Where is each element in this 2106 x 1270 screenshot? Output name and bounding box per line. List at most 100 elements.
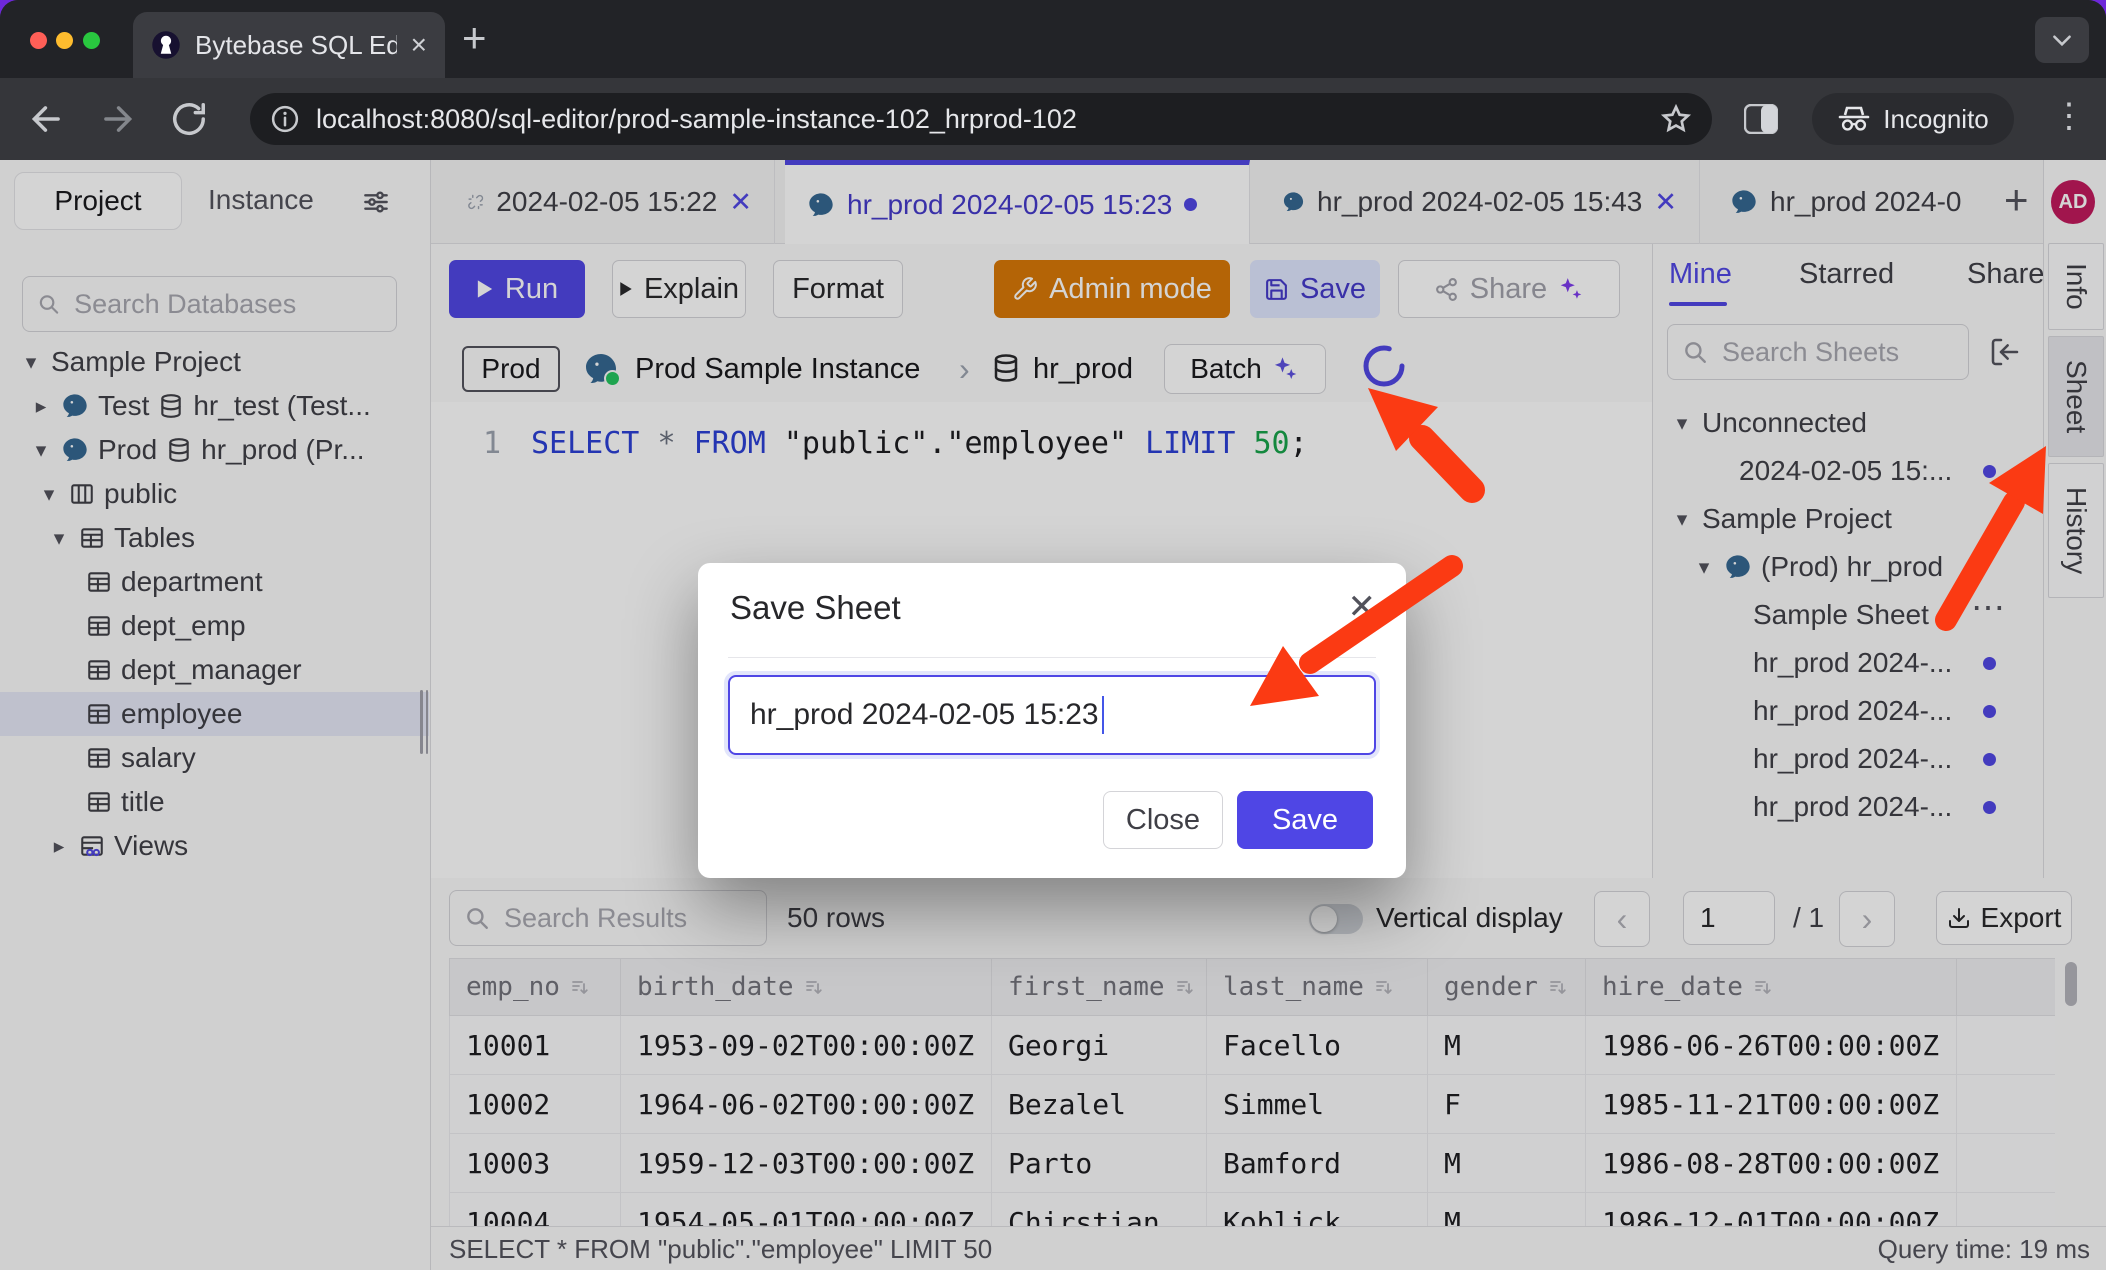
- sheet-search-input[interactable]: [1720, 336, 1954, 369]
- sheet-item[interactable]: hr_prod 2024-...: [1653, 687, 2043, 735]
- new-tab-button[interactable]: +: [462, 14, 487, 62]
- next-page-button[interactable]: ›: [1839, 891, 1895, 947]
- url-bar[interactable]: localhost:8080/sql-editor/prod-sample-in…: [250, 93, 1712, 145]
- back-icon[interactable]: [28, 100, 66, 138]
- close-tab-icon[interactable]: ×: [411, 29, 427, 61]
- tree-item-tables[interactable]: ▾ Tables: [0, 516, 429, 560]
- caret-down-icon[interactable]: ▾: [38, 482, 60, 507]
- sort-icon[interactable]: [1753, 978, 1773, 998]
- tree-item-table-salary[interactable]: salary: [0, 736, 429, 780]
- column-header[interactable]: birth_date: [621, 959, 992, 1016]
- cell[interactable]: Koblick: [1207, 1193, 1428, 1227]
- sort-icon[interactable]: [1374, 978, 1394, 998]
- page-number-input[interactable]: [1683, 891, 1775, 945]
- close-window-button[interactable]: [30, 32, 47, 49]
- sheet-group-database[interactable]: ▾ (Prod) hr_prod: [1653, 543, 2043, 591]
- cell[interactable]: 10003: [450, 1134, 621, 1193]
- run-button[interactable]: Run: [449, 260, 585, 318]
- table-row[interactable]: 100041954-05-01T00:00:00ZChirstianKoblic…: [450, 1193, 2056, 1227]
- tree-item-table-dept-emp[interactable]: dept_emp: [0, 604, 429, 648]
- explain-button[interactable]: Explain: [612, 260, 746, 318]
- cell[interactable]: 1959-12-03T00:00:00Z: [621, 1134, 992, 1193]
- sheet-search[interactable]: [1667, 324, 1969, 380]
- cell[interactable]: Chirstian: [992, 1193, 1207, 1227]
- tree-item-table-dept-manager[interactable]: dept_manager: [0, 648, 429, 692]
- results-table-wrap[interactable]: emp_no birth_date first_name last_name g…: [449, 958, 2055, 1226]
- tree-item-table-employee[interactable]: employee: [0, 692, 429, 736]
- tree-item-table-department[interactable]: department: [0, 560, 429, 604]
- cell[interactable]: Georgi: [992, 1016, 1207, 1075]
- cell[interactable]: M: [1428, 1134, 1586, 1193]
- worksheet-tab-2-active[interactable]: hr_prod 2024-02-05 15:23: [785, 160, 1250, 244]
- share-button[interactable]: Share: [1398, 260, 1620, 318]
- caret-down-icon[interactable]: ▾: [48, 526, 70, 551]
- tab-starred[interactable]: Starred: [1799, 258, 1894, 291]
- cell[interactable]: 1953-09-02T00:00:00Z: [621, 1016, 992, 1075]
- tree-item-schema-public[interactable]: ▾ public: [0, 472, 429, 516]
- forward-icon[interactable]: [98, 100, 136, 138]
- table-row[interactable]: 100011953-09-02T00:00:00ZGeorgiFacelloM1…: [450, 1016, 2056, 1075]
- column-header[interactable]: gender: [1428, 959, 1586, 1016]
- caret-down-icon[interactable]: ▾: [30, 438, 52, 463]
- sort-icon[interactable]: [804, 978, 824, 998]
- tab-mine[interactable]: Mine: [1669, 258, 1732, 291]
- dialog-save-button[interactable]: Save: [1237, 791, 1373, 849]
- database-search-input[interactable]: [72, 288, 382, 321]
- vertical-display-toggle[interactable]: [1309, 904, 1363, 934]
- cell[interactable]: 1986-12-01T00:00:00Z: [1586, 1193, 1957, 1227]
- close-tab-icon[interactable]: ✕: [729, 187, 752, 218]
- database-search[interactable]: [22, 276, 397, 332]
- column-header[interactable]: emp_no: [450, 959, 621, 1016]
- tab-search-button[interactable]: [2035, 17, 2089, 63]
- caret-down-icon[interactable]: ▾: [1671, 411, 1693, 436]
- cell[interactable]: F: [1428, 1075, 1586, 1134]
- batch-button[interactable]: Batch: [1164, 344, 1326, 394]
- sheet-item[interactable]: hr_prod 2024-...: [1653, 639, 2043, 687]
- tab-project[interactable]: Project: [14, 172, 182, 230]
- side-tab-sheet[interactable]: Sheet: [2048, 336, 2104, 457]
- reload-icon[interactable]: [170, 100, 208, 138]
- worksheet-tab-4[interactable]: hr_prod 2024-0: [1708, 160, 1989, 244]
- cell[interactable]: 1986-08-28T00:00:00Z: [1586, 1134, 1957, 1193]
- sheet-item[interactable]: hr_prod 2024-...: [1653, 735, 2043, 783]
- tree-item-env-test[interactable]: ▸ Test hr_test (Test...: [0, 384, 429, 428]
- tab-share[interactable]: Share: [1967, 258, 2044, 291]
- environment-chip[interactable]: Prod: [462, 346, 560, 392]
- prev-page-button[interactable]: ‹: [1594, 891, 1650, 947]
- side-tab-info[interactable]: Info: [2048, 243, 2104, 330]
- close-icon[interactable]: ✕: [1348, 587, 1377, 627]
- cell[interactable]: 1986-06-26T00:00:00Z: [1586, 1016, 1957, 1075]
- worksheet-tab-3[interactable]: hr_prod 2024-02-05 15:43 ✕: [1260, 160, 1700, 244]
- collapse-panel-icon[interactable]: [1989, 336, 2021, 368]
- tree-item-table-title[interactable]: title: [0, 780, 429, 824]
- sheet-item[interactable]: hr_prod 2024-...: [1653, 783, 2043, 831]
- instance-name[interactable]: Prod Sample Instance: [635, 336, 920, 402]
- browser-tab[interactable]: Bytebase SQL Editor ×: [133, 12, 445, 78]
- caret-right-icon[interactable]: ▸: [30, 394, 52, 419]
- cell[interactable]: Simmel: [1207, 1075, 1428, 1134]
- cell[interactable]: 10004: [450, 1193, 621, 1227]
- side-tab-history[interactable]: History: [2048, 463, 2104, 598]
- cell[interactable]: 10002: [450, 1075, 621, 1134]
- browser-menu-icon[interactable]: ⋮: [2052, 96, 2086, 136]
- zoom-window-button[interactable]: [83, 32, 100, 49]
- caret-down-icon[interactable]: ▾: [1671, 507, 1693, 532]
- cell[interactable]: 1985-11-21T00:00:00Z: [1586, 1075, 1957, 1134]
- close-tab-icon[interactable]: ✕: [1654, 187, 1677, 218]
- format-button[interactable]: Format: [773, 260, 903, 318]
- new-worksheet-button[interactable]: +: [2004, 176, 2029, 224]
- sheet-group-project[interactable]: ▾ Sample Project: [1653, 495, 2043, 543]
- cell[interactable]: 1964-06-02T00:00:00Z: [621, 1075, 992, 1134]
- caret-down-icon[interactable]: ▾: [1693, 555, 1715, 580]
- export-button[interactable]: Export: [1936, 891, 2072, 945]
- admin-mode-button[interactable]: Admin mode: [994, 260, 1230, 318]
- cell[interactable]: Parto: [992, 1134, 1207, 1193]
- cell[interactable]: Bamford: [1207, 1134, 1428, 1193]
- tree-item-project[interactable]: ▾ Sample Project: [0, 340, 429, 384]
- sheet-item[interactable]: 2024-02-05 15:...: [1653, 447, 2043, 495]
- table-scrollbar-thumb[interactable]: [2065, 962, 2077, 1006]
- caret-right-icon[interactable]: ▸: [48, 834, 70, 859]
- cell[interactable]: M: [1428, 1016, 1586, 1075]
- sort-icon[interactable]: [570, 978, 590, 998]
- more-actions-icon[interactable]: ⋯: [1971, 591, 2005, 628]
